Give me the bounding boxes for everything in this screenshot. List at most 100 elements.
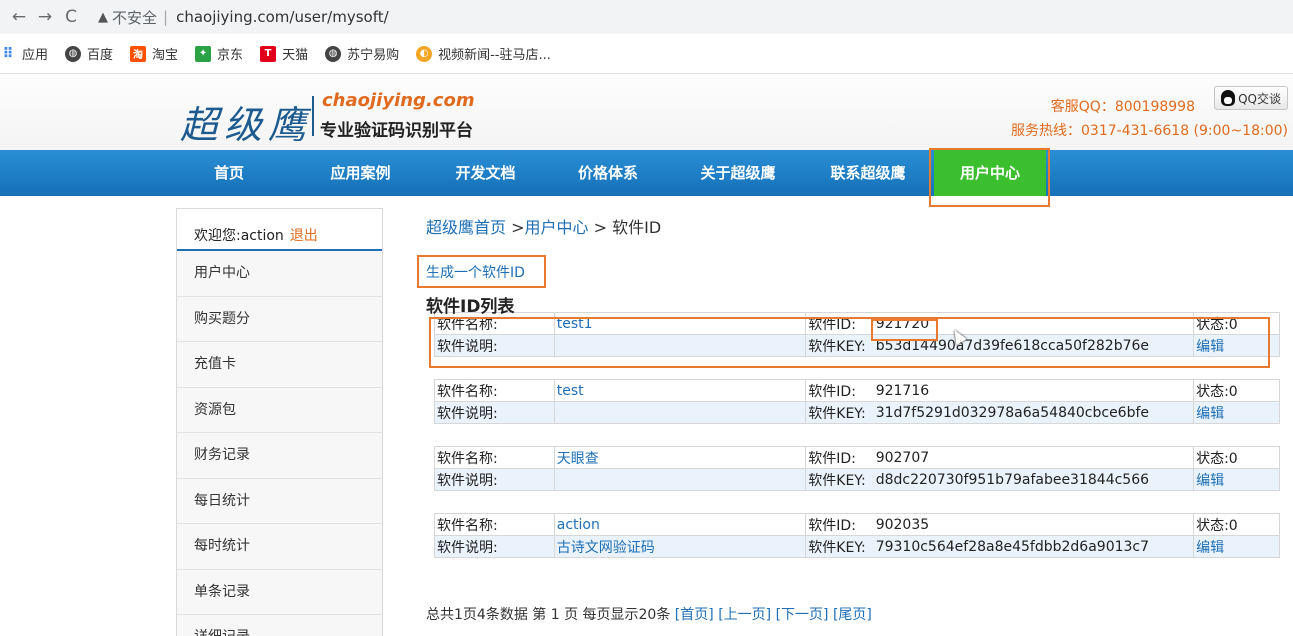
content-area: 欢迎您:action 退出 用户中心 购买题分 充值卡 资源包 财务记录 每日统计…	[0, 196, 1293, 636]
edit-link[interactable]: 编辑	[1193, 401, 1280, 424]
bookmark-apps[interactable]: ⠿ 应用	[0, 44, 48, 64]
nav-about[interactable]: 关于超级鹰	[668, 150, 808, 196]
tmall-icon: T	[260, 45, 277, 62]
software-id: 902707	[873, 446, 1195, 469]
bookmark-label: 百度	[87, 48, 114, 63]
name-label: 软件名称:	[434, 379, 555, 402]
sidebar: 欢迎您:action 退出 用户中心 购买题分 充值卡 资源包 财务记录 每日统计…	[176, 208, 383, 636]
bookmark-tmall[interactable]: T 天猫	[260, 44, 308, 63]
edit-link[interactable]: 编辑	[1193, 535, 1280, 558]
breadcrumb-user-center[interactable]: 用户中心	[525, 218, 589, 237]
software-desc: 古诗文网验证码	[553, 535, 807, 558]
table-gap	[426, 424, 1286, 446]
pager-next[interactable]: [下一页]	[776, 607, 829, 623]
welcome-text: 欢迎您:action	[194, 228, 284, 244]
table-row: 软件名称: 天眼查 软件ID: 902707 状态:0	[434, 446, 1280, 469]
table-row: 软件说明: 古诗文网验证码 软件KEY: 79310c564ef28a8e45f…	[434, 535, 1280, 558]
taobao-icon: 淘	[130, 45, 147, 62]
pager-last[interactable]: [尾页]	[833, 607, 872, 623]
url-separator: |	[163, 8, 169, 26]
apps-grid-icon: ⠿	[2, 45, 14, 62]
breadcrumb-sep: >	[506, 218, 525, 237]
software-key: d8dc220730f951b79afabee31844c566	[873, 468, 1195, 491]
bookmark-label: 京东	[217, 48, 244, 63]
bookmark-suning[interactable]: ◍ 苏宁易购	[325, 44, 399, 63]
sidebar-item-hourly-stats[interactable]: 每时统计	[177, 524, 382, 570]
table-row: 软件名称: test1 软件ID: 921720 状态:0	[434, 312, 1280, 335]
sidebar-item-resource-pack[interactable]: 资源包	[177, 387, 382, 433]
forward-icon[interactable]: →	[32, 7, 58, 27]
nav-contact[interactable]: 联系超级鹰	[808, 150, 928, 196]
pager-first[interactable]: [首页]	[675, 607, 714, 623]
qq-chat-button[interactable]: QQ交谈	[1214, 86, 1288, 110]
video-news-icon: ◐	[416, 45, 433, 62]
software-name: test1	[553, 312, 807, 335]
breadcrumb-sep: >	[588, 218, 613, 237]
table-row: 软件名称: action 软件ID: 902035 状态:0	[434, 513, 1280, 536]
bookmark-taobao[interactable]: 淘 淘宝	[130, 44, 178, 63]
breadcrumb: 超级鹰首页 >用户中心 > 软件ID	[426, 214, 1286, 238]
bookmarks-bar: ⠿ 应用 ◍ 百度 淘 淘宝 ✦ 京东 T 天猫 ◍ 苏宁易购 ◐ 视频新闻--…	[0, 34, 1293, 74]
logout-link[interactable]: 退出	[290, 228, 318, 244]
service-qq: 客服QQ：800198998	[1050, 99, 1195, 115]
edit-link[interactable]: 编辑	[1193, 468, 1280, 491]
nav-docs[interactable]: 开发文档	[423, 150, 548, 196]
bookmark-baidu[interactable]: ◍ 百度	[65, 44, 113, 63]
desc-label: 软件说明:	[434, 468, 555, 491]
software-key: 79310c564ef28a8e45fdbb2d6a9013c7	[873, 535, 1195, 558]
nav-user-center[interactable]: 用户中心	[934, 150, 1046, 196]
bookmark-label: 视频新闻--驻马店...	[438, 48, 551, 63]
warning-icon[interactable]: ▲	[98, 10, 108, 25]
back-icon[interactable]: ←	[6, 7, 32, 27]
service-phone: 服务热线：0317-431-6618 (9:00~18:00)	[1011, 123, 1288, 139]
software-table: 软件名称: test 软件ID: 921716 状态:0 软件说明: 软件KEY…	[434, 379, 1280, 424]
main-panel: 超级鹰首页 >用户中心 > 软件ID 生成一个软件ID 软件ID列表 软件名称:…	[426, 208, 1286, 623]
software-table: 软件名称: 天眼查 软件ID: 902707 状态:0 软件说明: 软件KEY:…	[434, 446, 1280, 491]
name-label: 软件名称:	[434, 312, 555, 335]
software-name: action	[553, 513, 807, 536]
generate-software-id-link[interactable]: 生成一个软件ID	[426, 262, 525, 282]
logo-domain: chaojiying.com	[322, 90, 475, 111]
list-title: 软件ID列表	[426, 297, 515, 317]
reload-icon[interactable]: C	[58, 7, 84, 27]
address-bar[interactable]: ▲ 不安全 | chaojiying.com/user/mysoft/	[92, 3, 1287, 31]
software-desc	[553, 401, 807, 424]
status-text: 状态:0	[1193, 513, 1280, 536]
nav-pricing[interactable]: 价格体系	[548, 150, 668, 196]
software-desc	[553, 334, 807, 357]
breadcrumb-home[interactable]: 超级鹰首页	[426, 218, 506, 237]
bookmark-label: 苏宁易购	[347, 48, 400, 63]
software-id: 921720	[873, 312, 1195, 335]
url-text[interactable]: chaojiying.com/user/mysoft/	[176, 8, 389, 26]
bookmark-video-news[interactable]: ◐ 视频新闻--驻马店...	[416, 44, 551, 63]
table-row: 软件说明: 软件KEY: b53d14490a7d39fe618cca50f28…	[434, 334, 1280, 357]
nav-cases[interactable]: 应用案例	[298, 150, 423, 196]
software-table: 软件名称: test1 软件ID: 921720 状态:0 软件说明: 软件KE…	[434, 312, 1280, 357]
nav-home[interactable]: 首页	[180, 150, 278, 196]
bookmark-label: 淘宝	[152, 48, 179, 63]
qq-chat-label: QQ交谈	[1238, 91, 1281, 106]
key-label: 软件KEY:	[805, 468, 874, 491]
bookmark-jd[interactable]: ✦ 京东	[195, 44, 243, 63]
sidebar-item-detail-record[interactable]: 详细记录	[177, 615, 382, 636]
software-id: 921716	[873, 379, 1195, 402]
sidebar-item-user-center[interactable]: 用户中心	[177, 251, 382, 297]
welcome-bar: 欢迎您:action 退出	[177, 209, 382, 251]
site-logo[interactable]: 超级鹰	[180, 94, 312, 149]
globe-icon: ◍	[325, 45, 342, 62]
desc-label: 软件说明:	[434, 401, 555, 424]
desc-label: 软件说明:	[434, 535, 555, 558]
pager-prev[interactable]: [上一页]	[718, 607, 771, 623]
name-label: 软件名称:	[434, 446, 555, 469]
pager-summary: 总共1页4条数据 第 1 页 每页显示20条	[426, 607, 671, 623]
id-label: 软件ID:	[805, 446, 874, 469]
sidebar-item-daily-stats[interactable]: 每日统计	[177, 478, 382, 524]
sidebar-item-single-record[interactable]: 单条记录	[177, 569, 382, 615]
sidebar-item-buy-points[interactable]: 购买题分	[177, 296, 382, 342]
edit-link[interactable]: 编辑	[1193, 334, 1280, 357]
sidebar-item-finance[interactable]: 财务记录	[177, 433, 382, 479]
qq-penguin-icon	[1221, 90, 1236, 106]
status-text: 状态:0	[1193, 446, 1280, 469]
logo-tagline: 专业验证码识别平台	[320, 121, 473, 141]
sidebar-item-recharge-card[interactable]: 充值卡	[177, 342, 382, 388]
